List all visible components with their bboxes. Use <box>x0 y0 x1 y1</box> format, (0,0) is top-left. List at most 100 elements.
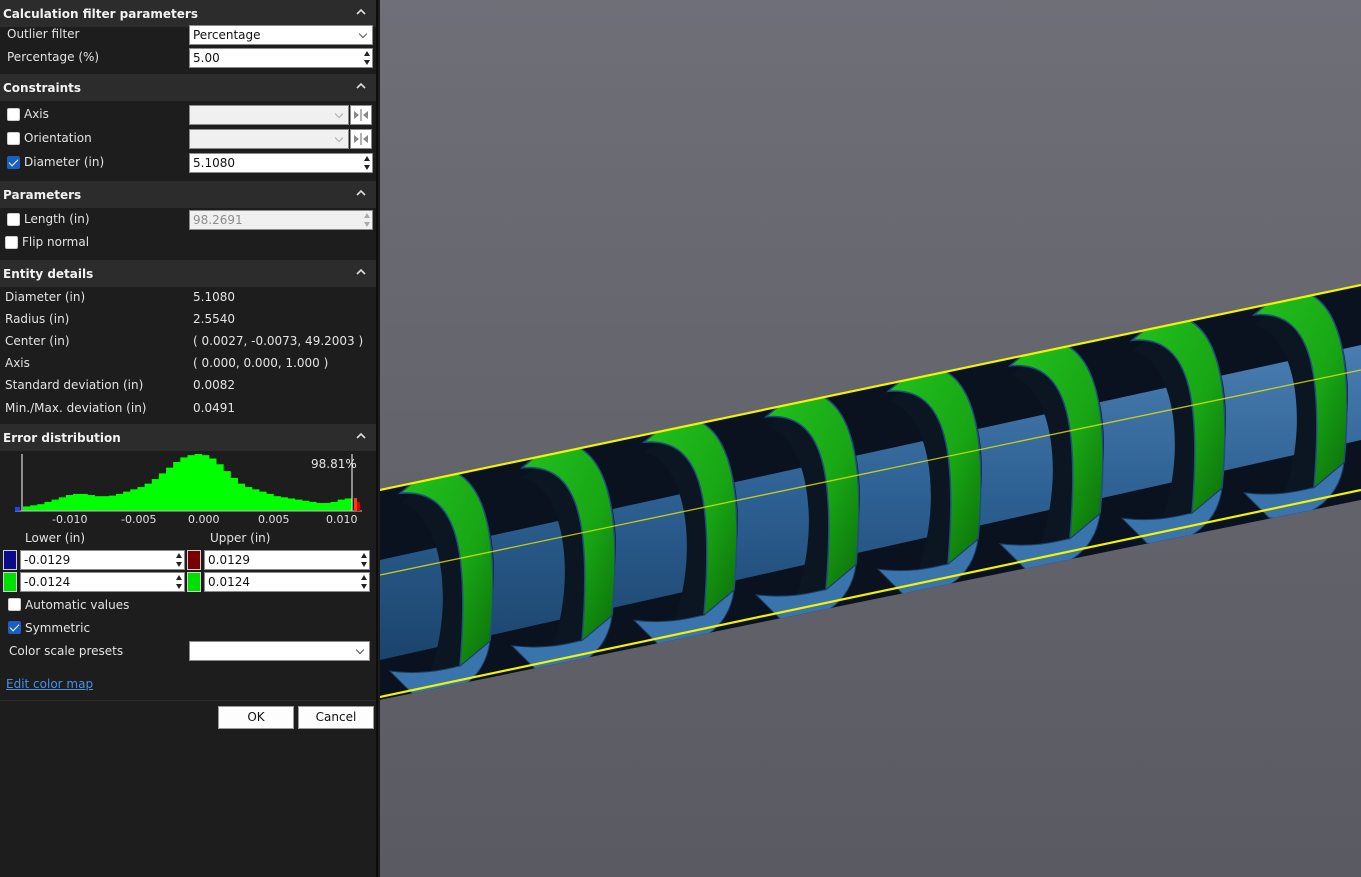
chevron-up-icon[interactable] <box>354 428 368 444</box>
lower-outer-value: -0.0129 <box>24 553 71 567</box>
ok-button[interactable]: OK <box>218 706 294 729</box>
section-title: Parameters <box>3 187 82 202</box>
spinner-icon[interactable] <box>359 551 369 569</box>
automatic-values-label: Automatic values <box>25 598 130 612</box>
flip-normal-checkbox[interactable] <box>5 236 18 249</box>
section-header-parameters[interactable]: Parameters <box>0 181 376 208</box>
axis-label: Axis <box>24 107 49 121</box>
histogram-bar <box>180 457 188 511</box>
edit-color-map-link[interactable]: Edit color map <box>6 677 93 691</box>
histogram-bar <box>244 487 253 511</box>
color-scale-presets-select[interactable] <box>189 641 370 661</box>
tick-label: 0.010 <box>326 513 358 526</box>
upper-outer-input[interactable]: 0.0129 <box>204 550 370 570</box>
cancel-button[interactable]: Cancel <box>298 706 374 729</box>
histogram-bar <box>151 479 160 511</box>
histogram-bar <box>30 505 38 511</box>
upper-label: Upper (in) <box>210 531 271 545</box>
properties-panel: Calculation filter parameters Outlier fi… <box>0 0 378 877</box>
lower-inner-value: -0.0124 <box>24 575 71 589</box>
automatic-values-checkbox[interactable] <box>8 598 21 611</box>
histogram-bar <box>323 503 331 511</box>
flip-orientation-button[interactable] <box>350 129 372 149</box>
upper-inner-input[interactable]: 0.0124 <box>204 572 370 592</box>
flip-icon <box>354 109 368 121</box>
outlier-filter-label: Outlier filter <box>7 27 80 41</box>
spinner-icon[interactable] <box>362 49 372 67</box>
lower-outer-color-swatch[interactable] <box>3 550 17 570</box>
symmetric-checkbox[interactable] <box>8 621 21 634</box>
histogram-bar <box>101 496 110 511</box>
histogram-bar <box>65 495 74 511</box>
chevron-up-icon[interactable] <box>354 4 368 20</box>
histogram-bar <box>173 461 181 511</box>
upper-inner-color-swatch[interactable] <box>187 572 201 592</box>
histogram-bar <box>87 495 95 511</box>
3d-viewport[interactable] <box>380 0 1361 877</box>
entity-row-value: 2.5540 <box>193 312 235 326</box>
section-header-filter[interactable]: Calculation filter parameters <box>0 0 376 27</box>
entity-row-value: 5.1080 <box>193 290 235 304</box>
lower-outlier-bar <box>15 507 20 511</box>
histogram-bar <box>316 503 324 511</box>
diameter-checkbox[interactable] <box>7 156 20 169</box>
section-title: Calculation filter parameters <box>3 6 198 21</box>
screw-model <box>380 283 1361 700</box>
percentage-input[interactable]: 5.00 <box>189 48 373 68</box>
histogram-bar <box>280 497 289 511</box>
length-input[interactable]: 98.2691 <box>189 210 373 230</box>
spinner-icon[interactable] <box>174 551 184 569</box>
chevron-up-icon[interactable] <box>354 78 368 94</box>
section-header-distribution[interactable]: Error distribution <box>0 424 376 451</box>
orientation-select[interactable] <box>189 129 349 149</box>
section-header-entity[interactable]: Entity details <box>0 260 376 287</box>
upper-outer-value: 0.0129 <box>208 553 250 567</box>
entity-row-value: 0.0082 <box>193 378 235 392</box>
histogram-bar <box>223 471 231 511</box>
histogram-bar <box>273 496 281 511</box>
histogram-bar <box>137 487 145 511</box>
lower-inner-input[interactable]: -0.0124 <box>20 572 185 592</box>
histogram-bar <box>237 483 246 511</box>
outlier-filter-value: Percentage <box>193 28 261 42</box>
entity-row-value: ( 0.0027, -0.0073, 49.2003 ) <box>193 334 364 348</box>
axis-checkbox[interactable] <box>7 108 20 121</box>
axis-select[interactable] <box>189 105 349 125</box>
tick-label: -0.010 <box>52 513 88 526</box>
spinner-icon[interactable] <box>362 211 372 229</box>
lower-label: Lower (in) <box>25 531 86 545</box>
flip-normal-label: Flip normal <box>22 235 90 249</box>
entity-row-label: Min./Max. deviation (in) <box>5 401 147 415</box>
entity-row-label: Axis <box>5 356 30 370</box>
lower-outer-input[interactable]: -0.0129 <box>20 550 185 570</box>
chevron-up-icon[interactable] <box>354 264 368 280</box>
histogram-bar <box>144 483 153 511</box>
spinner-icon[interactable] <box>362 154 372 172</box>
length-label: Length (in) <box>24 212 90 226</box>
orientation-checkbox[interactable] <box>7 132 20 145</box>
upper-outer-color-swatch[interactable] <box>187 550 201 570</box>
entity-row-value: 0.0491 <box>193 401 235 415</box>
spinner-icon[interactable] <box>359 573 369 591</box>
histogram-bar <box>216 464 224 511</box>
histogram-bar <box>158 473 167 511</box>
histogram-bar <box>130 489 138 511</box>
histogram-bar <box>44 501 53 511</box>
upper-outlier-bar <box>354 498 357 511</box>
histogram-bar <box>23 506 31 511</box>
histogram-bar <box>115 493 124 511</box>
tick-label: 0.000 <box>188 513 220 526</box>
length-checkbox[interactable] <box>7 213 20 226</box>
flip-axis-button[interactable] <box>350 105 372 125</box>
spinner-icon[interactable] <box>174 573 184 591</box>
histogram-bar <box>301 500 310 511</box>
tick-label: 0.005 <box>258 513 290 526</box>
lower-inner-color-swatch[interactable] <box>3 572 17 592</box>
chevron-up-icon[interactable] <box>354 185 368 201</box>
outlier-filter-select[interactable]: Percentage <box>189 25 373 45</box>
histogram-bar <box>73 493 81 511</box>
histogram-bar <box>94 496 103 511</box>
section-header-constraints[interactable]: Constraints <box>0 74 376 101</box>
percentage-value: 5.00 <box>193 51 220 65</box>
diameter-input[interactable]: 5.1080 <box>189 153 373 173</box>
